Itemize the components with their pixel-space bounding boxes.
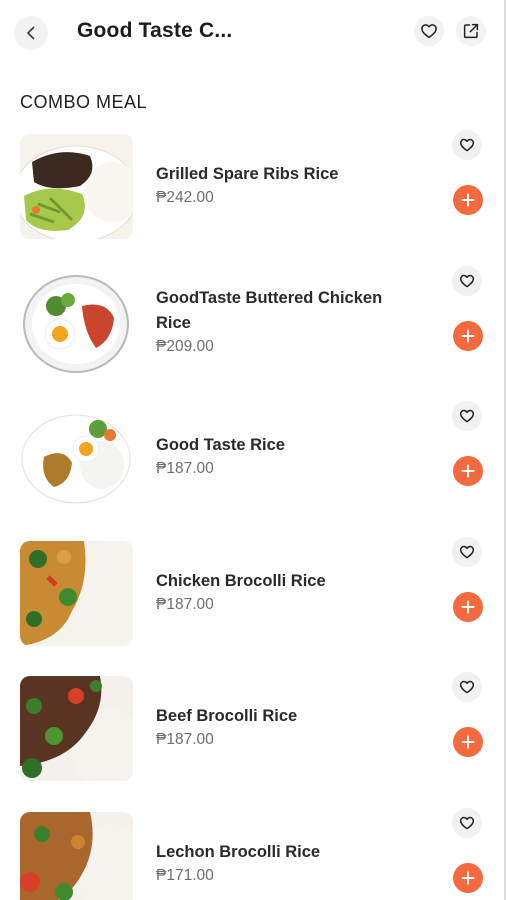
share-icon [463,23,479,39]
item-name: Good Taste Rice [156,436,285,454]
share-button[interactable] [456,16,486,46]
heart-icon [459,274,475,287]
item-name: Beef Brocolli Rice [156,707,298,725]
section-title: COMBO MEAL [20,92,148,112]
favorite-button[interactable] [414,16,444,46]
plus-icon [461,871,475,884]
plus-icon [461,193,475,207]
item-price: ₱209.00 [156,337,214,355]
item-name: GoodTaste Buttered Chicken Rice [156,288,383,332]
heart-icon [421,24,437,39]
item-name: Grilled Spare Ribs Rice [156,165,339,183]
add-to-cart-button[interactable] [453,862,483,893]
item-price: ₱187.00 [156,731,214,748]
favorite-button[interactable] [452,807,482,838]
add-to-cart-button[interactable] [453,456,483,486]
plus-icon [461,600,475,613]
plus-icon [461,464,475,478]
heart-icon [459,409,475,423]
heart-icon [459,545,475,558]
add-to-cart-button[interactable] [453,320,483,351]
item-price: ₱242.00 [156,189,214,206]
menu-item[interactable]: Beef Brocolli Rice ₱187.00 [0,668,506,804]
food-image [20,811,133,900]
item-price: ₱187.00 [156,595,214,613]
heart-icon [459,138,475,152]
add-to-cart-button[interactable] [453,185,483,215]
item-name: Lechon Brocolli Rice [156,842,321,861]
food-image [20,405,133,510]
food-image [20,540,133,646]
heart-icon [459,680,475,694]
favorite-button[interactable] [452,536,482,567]
add-to-cart-button[interactable] [453,591,483,622]
page-title: Good Taste C... [77,19,233,42]
item-price: ₱187.00 [156,460,214,477]
plus-icon [461,329,475,342]
plus-icon [461,735,475,749]
favorite-button[interactable] [452,401,482,431]
food-image [20,269,133,375]
favorite-button[interactable] [452,130,482,160]
menu-list: Grilled Spare Ribs Rice ₱242.00 GoodTast… [0,126,506,900]
menu-item[interactable]: Lechon Brocolli Rice ₱171.00 [0,804,506,900]
item-price: ₱171.00 [156,866,214,884]
heart-icon [459,816,475,829]
favorite-button[interactable] [452,265,482,296]
food-image [20,134,133,239]
favorite-button[interactable] [452,672,482,702]
menu-item[interactable]: Good Taste Rice ₱187.00 [0,397,506,533]
food-image [20,676,133,781]
menu-item[interactable]: Chicken Brocolli Rice ₱187.00 [0,533,506,669]
top-bar: Good Taste C... [0,0,506,66]
back-button[interactable] [14,16,48,50]
menu-item[interactable]: Grilled Spare Ribs Rice ₱242.00 [0,126,506,262]
item-name: Chicken Brocolli Rice [156,571,326,590]
add-to-cart-button[interactable] [453,727,483,757]
menu-item[interactable]: GoodTaste Buttered Chicken Rice ₱209.00 [0,262,506,398]
chevron-left-icon [27,26,35,40]
